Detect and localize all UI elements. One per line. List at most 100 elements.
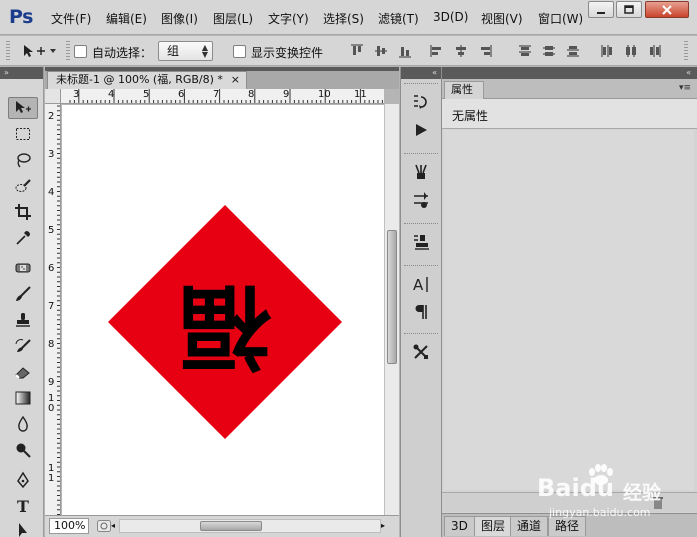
align-bottom-icon[interactable] (398, 44, 412, 58)
tab-properties[interactable]: 属性 (444, 81, 484, 99)
distribute-hcenter-icon[interactable] (624, 44, 638, 58)
document-canvas[interactable]: 福 (62, 105, 384, 515)
vertical-scrollbar[interactable] (384, 104, 399, 515)
document-tab[interactable]: 未标题-1 @ 100% (福, RGB/8) * × (47, 71, 247, 89)
dodge-tool[interactable] (8, 439, 38, 461)
status-bar: 100% ◂ ▸ (45, 515, 399, 537)
align-hcenter-icon[interactable] (454, 44, 468, 58)
healing-brush-tool[interactable] (8, 257, 38, 279)
drop-icon (18, 415, 28, 432)
tab-paths[interactable]: 路径 (548, 516, 587, 536)
menu-image[interactable]: 图像(I) (161, 10, 198, 27)
ruler-left-label: 10 (48, 393, 55, 414)
distribute-vcenter-icon[interactable] (542, 44, 556, 58)
maximize-button[interactable] (616, 1, 642, 18)
dodge-icon (16, 443, 31, 458)
ruler-top-label: 9 (283, 89, 290, 100)
character-panel-button[interactable]: A (410, 273, 432, 295)
adjustments-panel-button[interactable] (410, 189, 432, 211)
status-menu-arrow-icon[interactable]: ◂ (111, 521, 115, 530)
align-right-icon[interactable] (478, 44, 492, 58)
tool-presets-panel-button[interactable] (410, 231, 432, 253)
clone-stamp-tool[interactable] (8, 309, 38, 331)
brush-presets-icon (415, 164, 427, 179)
horizontal-scrollbar[interactable] (119, 519, 381, 533)
move-tool[interactable] (8, 97, 38, 119)
ruler-left-label: 4 (48, 187, 55, 198)
distribute-top-icon[interactable] (518, 44, 532, 58)
history-brush-tool[interactable] (8, 335, 38, 357)
menu-layer[interactable]: 图层(L) (213, 10, 253, 27)
close-tab-icon[interactable]: × (231, 72, 240, 88)
document-tab-bar: 未标题-1 @ 100% (福, RGB/8) * × (45, 67, 399, 89)
menu-window[interactable]: 窗口(W) (538, 10, 582, 27)
auto-select-checkbox[interactable] (74, 45, 87, 58)
horizontal-ruler[interactable]: 3 4 5 6 7 8 9 10 11 (61, 89, 384, 104)
type-tool[interactable]: T (8, 495, 38, 517)
paragraph-panel-button[interactable] (410, 301, 432, 323)
distribute-left-icon[interactable] (600, 44, 614, 58)
properties-panel-button[interactable] (410, 341, 432, 363)
crop-icon (15, 204, 31, 220)
options-grip[interactable] (6, 41, 10, 61)
close-icon (662, 4, 672, 15)
align-vcenter-icon[interactable] (374, 44, 388, 58)
distribute-bottom-icon[interactable] (566, 44, 580, 58)
tab-layers[interactable]: 图层 (474, 516, 513, 536)
close-window-button[interactable] (645, 1, 689, 18)
tools-collapse-icon[interactable]: » (0, 67, 43, 79)
menu-filter[interactable]: 滤镜(T) (378, 10, 419, 27)
properties-collapse-icon[interactable]: « (442, 67, 697, 79)
marquee-tool[interactable] (8, 123, 38, 145)
eraser-tool[interactable] (8, 361, 38, 383)
actions-panel-button[interactable] (410, 119, 432, 141)
menu-file[interactable]: 文件(F) (51, 10, 91, 27)
gradient-tool[interactable] (8, 387, 38, 409)
pen-tool[interactable] (8, 469, 38, 491)
align-top-icon[interactable] (350, 44, 364, 58)
ruler-top-label: 10 (318, 89, 331, 100)
paragraph-icon (415, 305, 427, 319)
dock-collapse-icon[interactable]: « (401, 67, 441, 79)
history-panel-button[interactable] (410, 91, 432, 113)
menu-view[interactable]: 视图(V) (481, 10, 523, 27)
crop-tool[interactable] (8, 201, 38, 223)
move-tool-preset-picker[interactable] (22, 44, 58, 61)
tab-3d[interactable]: 3D (444, 516, 475, 536)
distribute-right-icon[interactable] (648, 44, 662, 58)
options-grip-right[interactable] (684, 41, 688, 61)
brush-tool[interactable] (8, 283, 38, 305)
menu-type[interactable]: 文字(Y) (268, 10, 309, 27)
scroll-right-arrow-icon[interactable]: ▸ (381, 521, 385, 530)
vertical-ruler[interactable]: 2 3 4 5 6 7 8 9 10 11 (45, 104, 61, 515)
show-transform-checkbox[interactable] (233, 45, 246, 58)
brush-presets-panel-button[interactable] (410, 161, 432, 183)
eyedropper-tool[interactable] (8, 227, 38, 249)
tab-channels[interactable]: 通道 (510, 516, 549, 536)
ruler-origin[interactable] (45, 89, 61, 104)
menu-edit[interactable]: 编辑(E) (106, 10, 147, 27)
menu-select[interactable]: 选择(S) (323, 10, 364, 27)
minimize-button[interactable] (588, 1, 614, 18)
panel-menu-icon[interactable]: ▾≡ (679, 83, 691, 93)
show-transform-label: 显示变换控件 (251, 46, 324, 60)
marquee-icon (16, 128, 30, 140)
ruler-top-label: 5 (143, 89, 150, 100)
ruler-left-label: 6 (48, 263, 55, 274)
auto-select-dropdown[interactable]: 组 ▲ ▼ (158, 41, 213, 61)
path-selection-tool[interactable] (8, 519, 38, 537)
zoom-field[interactable]: 100% (49, 518, 89, 534)
brush-icon (16, 286, 31, 301)
ruler-left-label: 5 (48, 225, 55, 236)
ruler-top-label: 7 (213, 89, 220, 100)
quick-selection-tool[interactable] (8, 175, 38, 197)
menu-3d[interactable]: 3D(D) (433, 10, 468, 24)
ruler-left-label: 11 (48, 463, 55, 484)
status-info-button[interactable] (97, 520, 111, 535)
horizontal-scroll-thumb[interactable] (200, 521, 262, 531)
vertical-scroll-thumb[interactable] (387, 230, 397, 364)
align-left-icon[interactable] (430, 44, 444, 58)
trash-icon[interactable] (652, 496, 664, 510)
lasso-tool[interactable] (8, 149, 38, 171)
blur-tool[interactable] (8, 413, 38, 435)
